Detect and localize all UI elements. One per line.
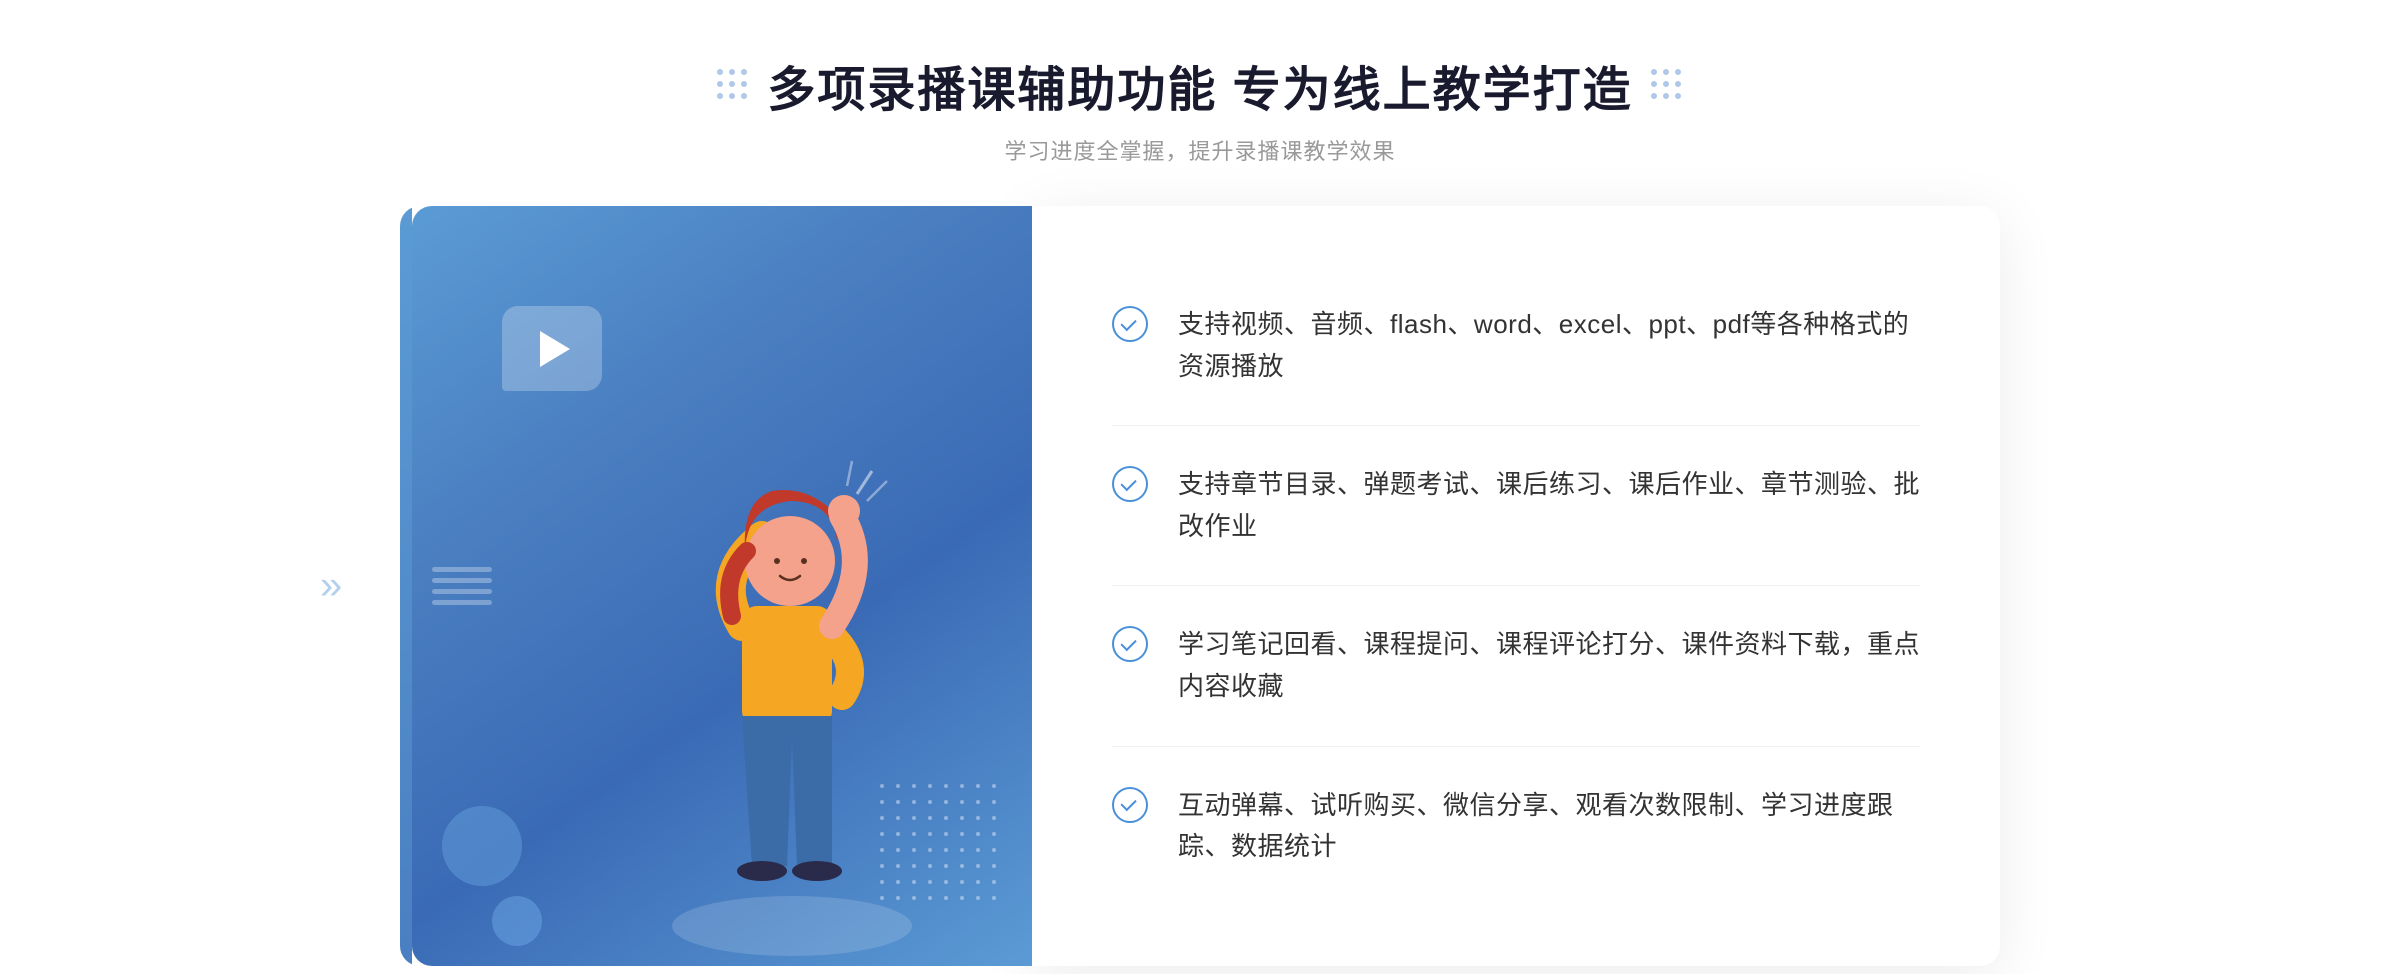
feature-item-4: 互动弹幕、试听购买、微信分享、观看次数限制、学习进度跟踪、数据统计: [1112, 747, 1920, 906]
page-subtitle: 学习进度全掌握，提升录播课教学效果: [1004, 134, 1395, 166]
play-icon: [540, 331, 570, 367]
stripe-decoration: [432, 567, 492, 605]
feature-text-3: 学习笔记回看、课程提问、课程评论打分、课件资料下载，重点内容收藏: [1178, 624, 1920, 707]
left-chevron-decoration: »: [320, 563, 342, 608]
feature-item-2: 支持章节目录、弹题考试、课后练习、课后作业、章节测验、批改作业: [1112, 426, 1920, 586]
content-area: 支持视频、音频、flash、word、excel、ppt、pdf等各种格式的资源…: [400, 206, 2000, 966]
deco-circle-small: [492, 896, 542, 946]
right-features-panel: 支持视频、音频、flash、word、excel、ppt、pdf等各种格式的资源…: [1032, 206, 2000, 966]
person-illustration: [632, 386, 932, 966]
play-bubble: [502, 306, 602, 391]
left-illustration-panel: [412, 206, 1032, 966]
check-icon-1: [1112, 306, 1148, 342]
blue-vertical-bar: [400, 206, 412, 966]
title-row: 多项录播课辅助功能 专为线上教学打造: [717, 50, 1682, 120]
left-panel-wrapper: [400, 206, 1032, 966]
page-wrapper: 多项录播课辅助功能 专为线上教学打造 学习进度全掌握，提升录播课教学效果 »: [0, 50, 2400, 966]
feature-item-1: 支持视频、音频、flash、word、excel、ppt、pdf等各种格式的资源…: [1112, 266, 1920, 426]
feature-text-4: 互动弹幕、试听购买、微信分享、观看次数限制、学习进度跟踪、数据统计: [1178, 785, 1920, 868]
header-section: 多项录播课辅助功能 专为线上教学打造 学习进度全掌握，提升录播课教学效果: [717, 50, 1682, 166]
feature-text-1: 支持视频、音频、flash、word、excel、ppt、pdf等各种格式的资源…: [1178, 304, 1920, 387]
feature-text-2: 支持章节目录、弹题考试、课后练习、课后作业、章节测验、批改作业: [1178, 464, 1920, 547]
check-icon-4: [1112, 787, 1148, 823]
feature-item-3: 学习笔记回看、课程提问、课程评论打分、课件资料下载，重点内容收藏: [1112, 586, 1920, 746]
main-content: »: [400, 206, 2000, 966]
deco-circle-large: [442, 806, 522, 886]
check-icon-2: [1112, 466, 1148, 502]
check-icon-3: [1112, 626, 1148, 662]
page-title: 多项录播课辅助功能 专为线上教学打造: [767, 50, 1632, 120]
right-dot-decoration: [1651, 69, 1683, 101]
left-dot-decoration: [717, 69, 749, 101]
